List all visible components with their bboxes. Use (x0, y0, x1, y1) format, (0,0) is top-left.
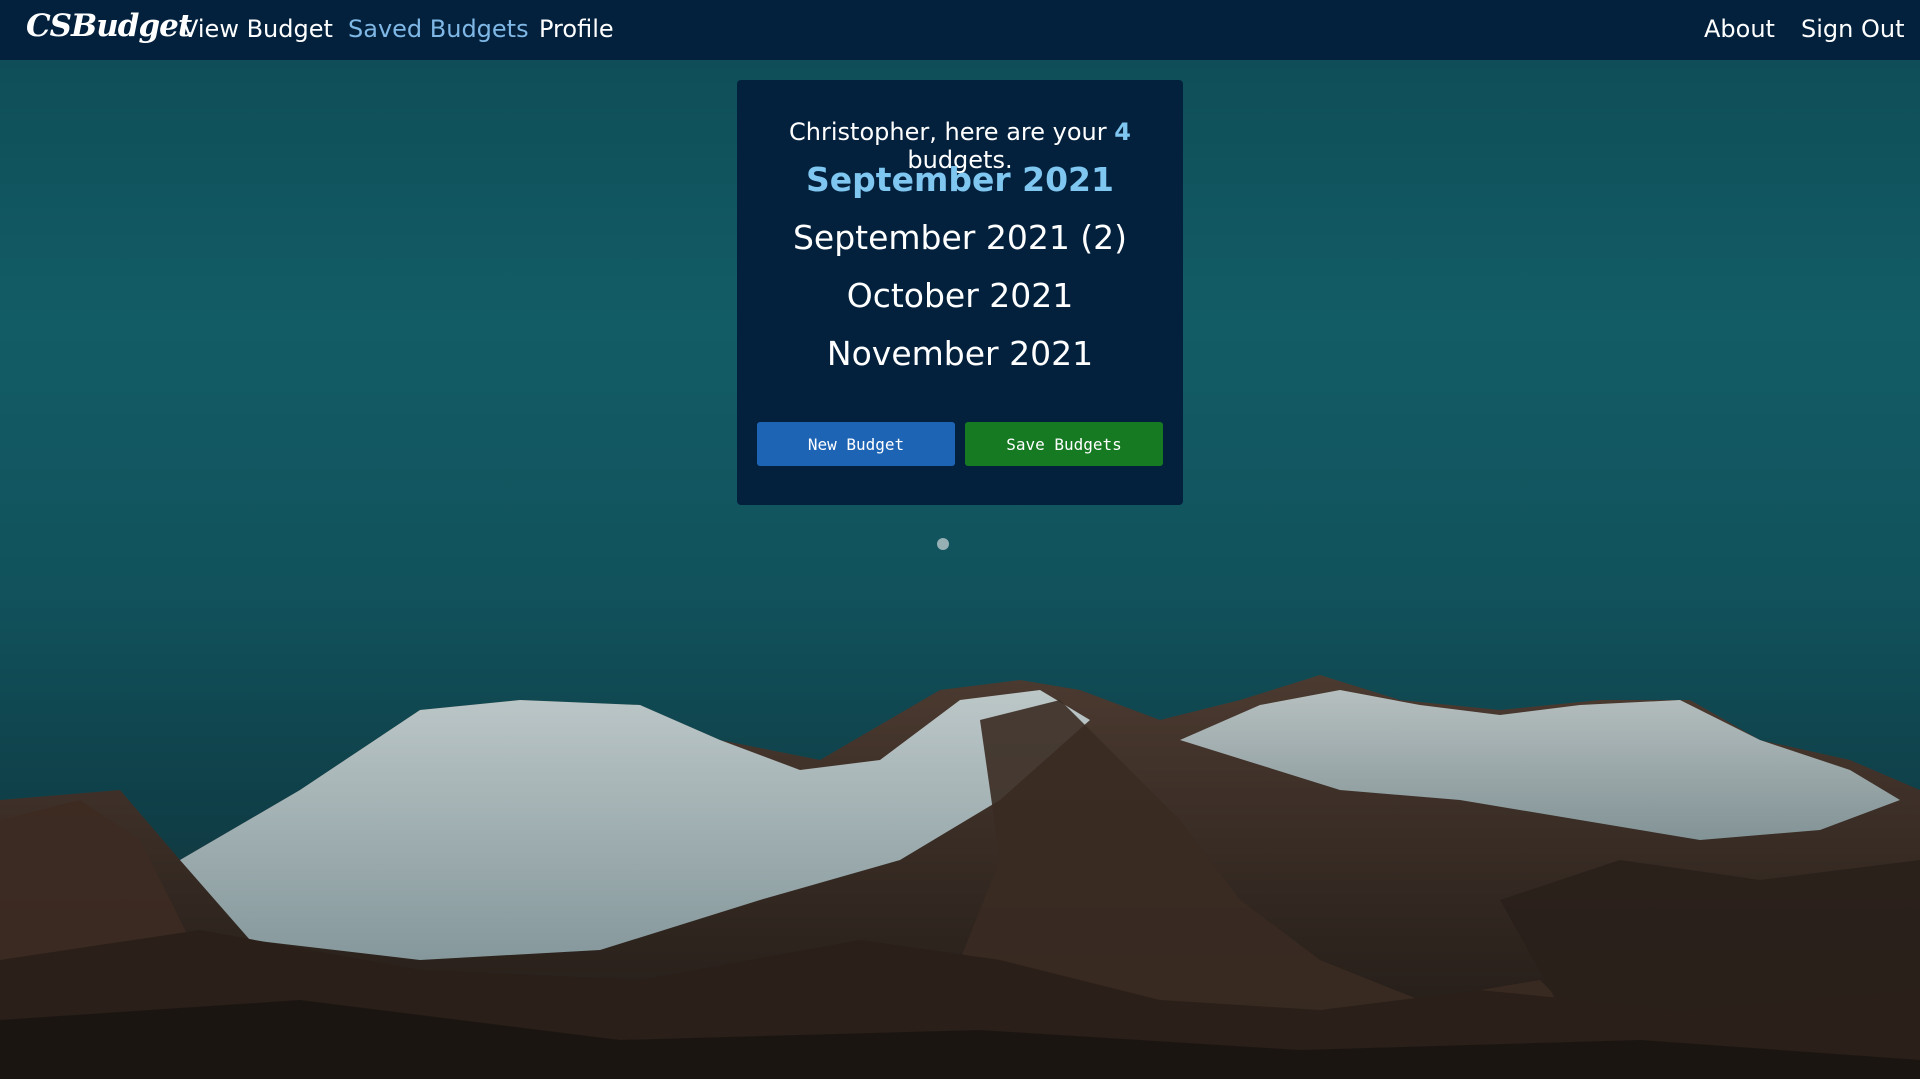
budget-item-september-2021-2[interactable]: September 2021 (2) (737, 218, 1183, 257)
nav-view-budget[interactable]: View Budget (182, 15, 333, 43)
save-budgets-button[interactable]: Save Budgets (965, 422, 1163, 466)
new-budget-button[interactable]: New Budget (757, 422, 955, 466)
brand-logo[interactable]: CSBudget (26, 8, 192, 44)
budget-item-october-2021[interactable]: October 2021 (737, 276, 1183, 315)
top-navbar: CSBudget View Budget Saved Budgets Profi… (0, 0, 1920, 60)
nav-profile[interactable]: Profile (539, 15, 614, 43)
nav-saved-budgets[interactable]: Saved Budgets (348, 15, 529, 43)
budget-item-september-2021[interactable]: September 2021 (737, 160, 1183, 199)
saved-budgets-card: Christopher, here are your 4 budgets. Se… (737, 80, 1183, 505)
budget-item-november-2021[interactable]: November 2021 (737, 334, 1183, 373)
greeting-prefix: Christopher, here are your (789, 118, 1115, 146)
nav-about[interactable]: About (1704, 15, 1775, 43)
nav-sign-out[interactable]: Sign Out (1801, 15, 1905, 43)
budget-count: 4 (1114, 118, 1131, 146)
